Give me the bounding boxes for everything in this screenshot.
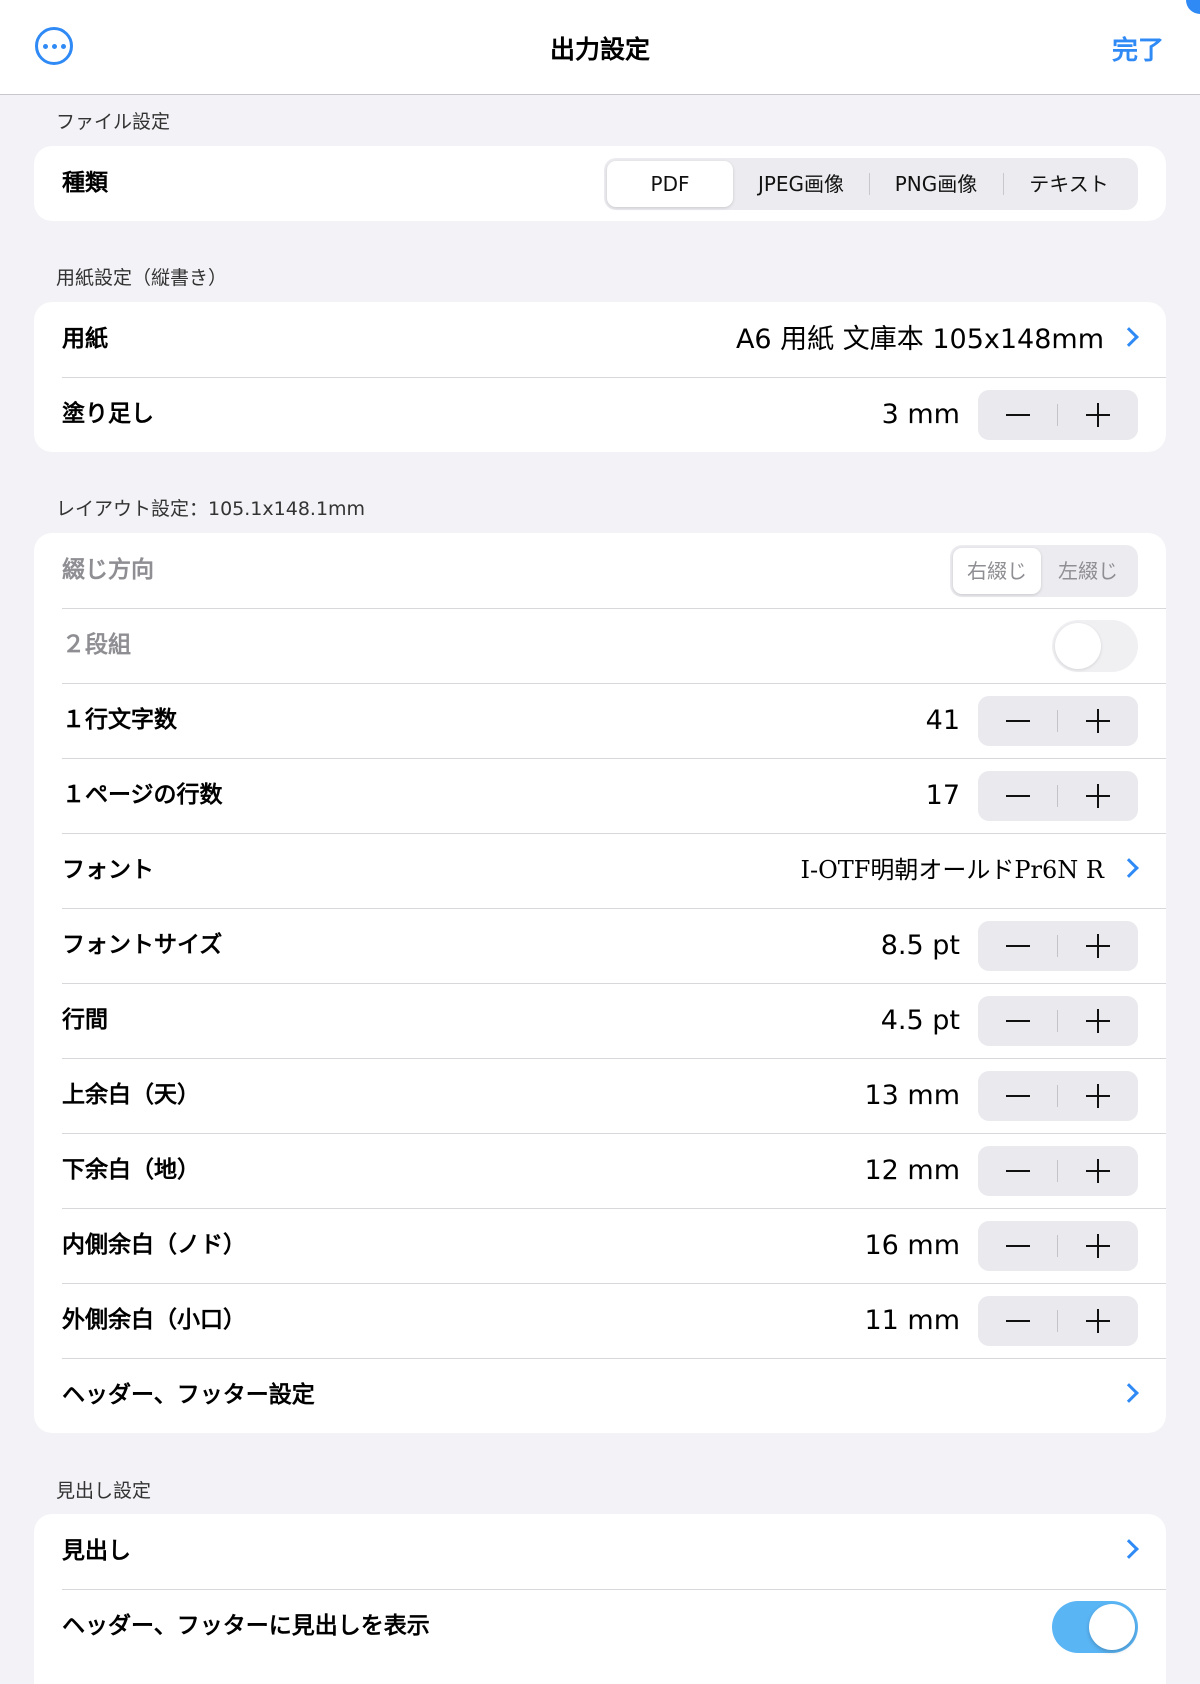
show-heading-toggle[interactable] bbox=[1052, 1601, 1138, 1653]
bleed-stepper bbox=[978, 390, 1138, 440]
plus-icon[interactable] bbox=[1058, 921, 1138, 971]
plus-icon[interactable] bbox=[1058, 390, 1138, 440]
paper-value: A6 用紙 文庫本 105x148mm bbox=[735, 324, 1104, 355]
binding-option-left[interactable]: 左綴じ bbox=[1041, 548, 1135, 594]
bleed-row: 塗り足し 3 mm bbox=[34, 377, 1166, 452]
chars-per-line-value: 41 bbox=[925, 705, 960, 736]
font-size-label: フォントサイズ bbox=[62, 932, 223, 958]
top-margin-stepper bbox=[978, 1071, 1138, 1121]
plus-icon[interactable] bbox=[1058, 1221, 1138, 1271]
bottom-margin-value: 12 mm bbox=[864, 1155, 960, 1186]
two-column-row: ２段組 bbox=[34, 608, 1166, 683]
outer-margin-value: 11 mm bbox=[864, 1305, 960, 1336]
font-label: フォント bbox=[62, 857, 154, 883]
binding-segmented-control: 右綴じ 左綴じ bbox=[950, 545, 1138, 597]
header-footer-settings-label: ヘッダー、フッター設定 bbox=[62, 1382, 315, 1408]
top-margin-label: 上余白（天） bbox=[62, 1082, 200, 1108]
paper-settings-group: 用紙 A6 用紙 文庫本 105x148mm 塗り足し 3 mm bbox=[34, 302, 1166, 452]
bottom-margin-stepper bbox=[978, 1146, 1138, 1196]
bottom-margin-label: 下余白（地） bbox=[62, 1157, 200, 1183]
file-type-label: 種類 bbox=[62, 170, 108, 196]
section-header-paper: 用紙設定（縦書き） bbox=[56, 267, 228, 289]
plus-icon[interactable] bbox=[1058, 996, 1138, 1046]
header-footer-settings-row[interactable]: ヘッダー、フッター設定 bbox=[34, 1358, 1166, 1433]
plus-icon[interactable] bbox=[1058, 696, 1138, 746]
font-size-value: 8.5 pt bbox=[880, 930, 960, 961]
outer-margin-label: 外側余白（小口） bbox=[62, 1307, 246, 1333]
plus-icon[interactable] bbox=[1058, 771, 1138, 821]
file-type-segmented-control: PDF JPEG画像 PNG画像 テキスト bbox=[604, 158, 1138, 210]
navigation-bar: 出力設定 完了 bbox=[0, 0, 1200, 95]
outer-margin-stepper bbox=[978, 1296, 1138, 1346]
plus-icon[interactable] bbox=[1058, 1296, 1138, 1346]
binding-row: 綴じ方向 右綴じ 左綴じ bbox=[34, 533, 1166, 608]
layout-settings-group: 綴じ方向 右綴じ 左綴じ ２段組 １行文字数 41 １ページの行数 17 フォン… bbox=[34, 533, 1166, 1433]
heading-row[interactable]: 見出し bbox=[34, 1514, 1166, 1589]
paper-label: 用紙 bbox=[62, 326, 108, 352]
heading-settings-group: 見出し ヘッダー、フッターに見出しを表示 bbox=[34, 1514, 1166, 1684]
chevron-right-icon bbox=[1119, 1383, 1139, 1403]
heading-label: 見出し bbox=[62, 1538, 131, 1564]
file-type-option-png[interactable]: PNG画像 bbox=[869, 161, 1003, 207]
two-column-label: ２段組 bbox=[62, 632, 131, 658]
section-header-layout: レイアウト設定：105.1x148.1mm bbox=[56, 498, 366, 520]
chars-per-line-label: １行文字数 bbox=[62, 707, 177, 733]
line-spacing-value: 4.5 pt bbox=[880, 1005, 960, 1036]
done-button[interactable]: 完了 bbox=[1112, 30, 1164, 67]
lines-per-page-row: １ページの行数 17 bbox=[34, 758, 1166, 833]
chars-per-line-stepper bbox=[978, 696, 1138, 746]
minus-icon[interactable] bbox=[978, 996, 1058, 1046]
minus-icon[interactable] bbox=[978, 390, 1058, 440]
inner-margin-label: 内側余白（ノド） bbox=[62, 1232, 246, 1258]
inner-margin-stepper bbox=[978, 1221, 1138, 1271]
bottom-margin-row: 下余白（地） 12 mm bbox=[34, 1133, 1166, 1208]
line-spacing-stepper bbox=[978, 996, 1138, 1046]
paper-row[interactable]: 用紙 A6 用紙 文庫本 105x148mm bbox=[34, 302, 1166, 377]
page-title: 出力設定 bbox=[549, 35, 650, 64]
show-heading-row: ヘッダー、フッターに見出しを表示 bbox=[34, 1589, 1166, 1664]
font-value: I-OTF明朝オールドPr6N R bbox=[800, 856, 1104, 884]
font-row[interactable]: フォント I-OTF明朝オールドPr6N R bbox=[34, 833, 1166, 908]
chars-per-line-row: １行文字数 41 bbox=[34, 683, 1166, 758]
file-type-option-pdf[interactable]: PDF bbox=[607, 161, 733, 207]
plus-icon[interactable] bbox=[1058, 1071, 1138, 1121]
binding-option-right[interactable]: 右綴じ bbox=[953, 548, 1041, 594]
minus-icon[interactable] bbox=[978, 1146, 1058, 1196]
inner-margin-value: 16 mm bbox=[864, 1230, 960, 1261]
line-spacing-row: 行間 4.5 pt bbox=[34, 983, 1166, 1058]
lines-per-page-label: １ページの行数 bbox=[62, 782, 223, 808]
lines-per-page-stepper bbox=[978, 771, 1138, 821]
outer-margin-row: 外側余白（小口） 11 mm bbox=[34, 1283, 1166, 1358]
inner-margin-row: 内側余白（ノド） 16 mm bbox=[34, 1208, 1166, 1283]
font-size-stepper bbox=[978, 921, 1138, 971]
minus-icon[interactable] bbox=[978, 1296, 1058, 1346]
chevron-right-icon bbox=[1119, 858, 1139, 878]
file-settings-group: 種類 PDF JPEG画像 PNG画像 テキスト bbox=[34, 146, 1166, 221]
bleed-value: 3 mm bbox=[881, 399, 960, 430]
top-margin-value: 13 mm bbox=[864, 1080, 960, 1111]
minus-icon[interactable] bbox=[978, 696, 1058, 746]
line-spacing-label: 行間 bbox=[62, 1007, 108, 1033]
section-header-file: ファイル設定 bbox=[56, 111, 171, 133]
minus-icon[interactable] bbox=[978, 771, 1058, 821]
file-type-option-jpeg[interactable]: JPEG画像 bbox=[733, 161, 869, 207]
font-size-row: フォントサイズ 8.5 pt bbox=[34, 908, 1166, 983]
minus-icon[interactable] bbox=[978, 1071, 1058, 1121]
bleed-label: 塗り足し bbox=[62, 401, 154, 427]
file-type-option-text[interactable]: テキスト bbox=[1003, 161, 1135, 207]
minus-icon[interactable] bbox=[978, 921, 1058, 971]
section-header-heading: 見出し設定 bbox=[56, 1480, 152, 1502]
minus-icon[interactable] bbox=[978, 1221, 1058, 1271]
binding-label: 綴じ方向 bbox=[62, 557, 154, 583]
top-margin-row: 上余白（天） 13 mm bbox=[34, 1058, 1166, 1133]
show-heading-label: ヘッダー、フッターに見出しを表示 bbox=[62, 1613, 430, 1639]
lines-per-page-value: 17 bbox=[925, 780, 960, 811]
plus-icon[interactable] bbox=[1058, 1146, 1138, 1196]
two-column-toggle[interactable] bbox=[1052, 620, 1138, 672]
chevron-right-icon bbox=[1119, 1539, 1139, 1559]
chevron-right-icon bbox=[1119, 327, 1139, 347]
file-type-row: 種類 PDF JPEG画像 PNG画像 テキスト bbox=[34, 146, 1166, 221]
